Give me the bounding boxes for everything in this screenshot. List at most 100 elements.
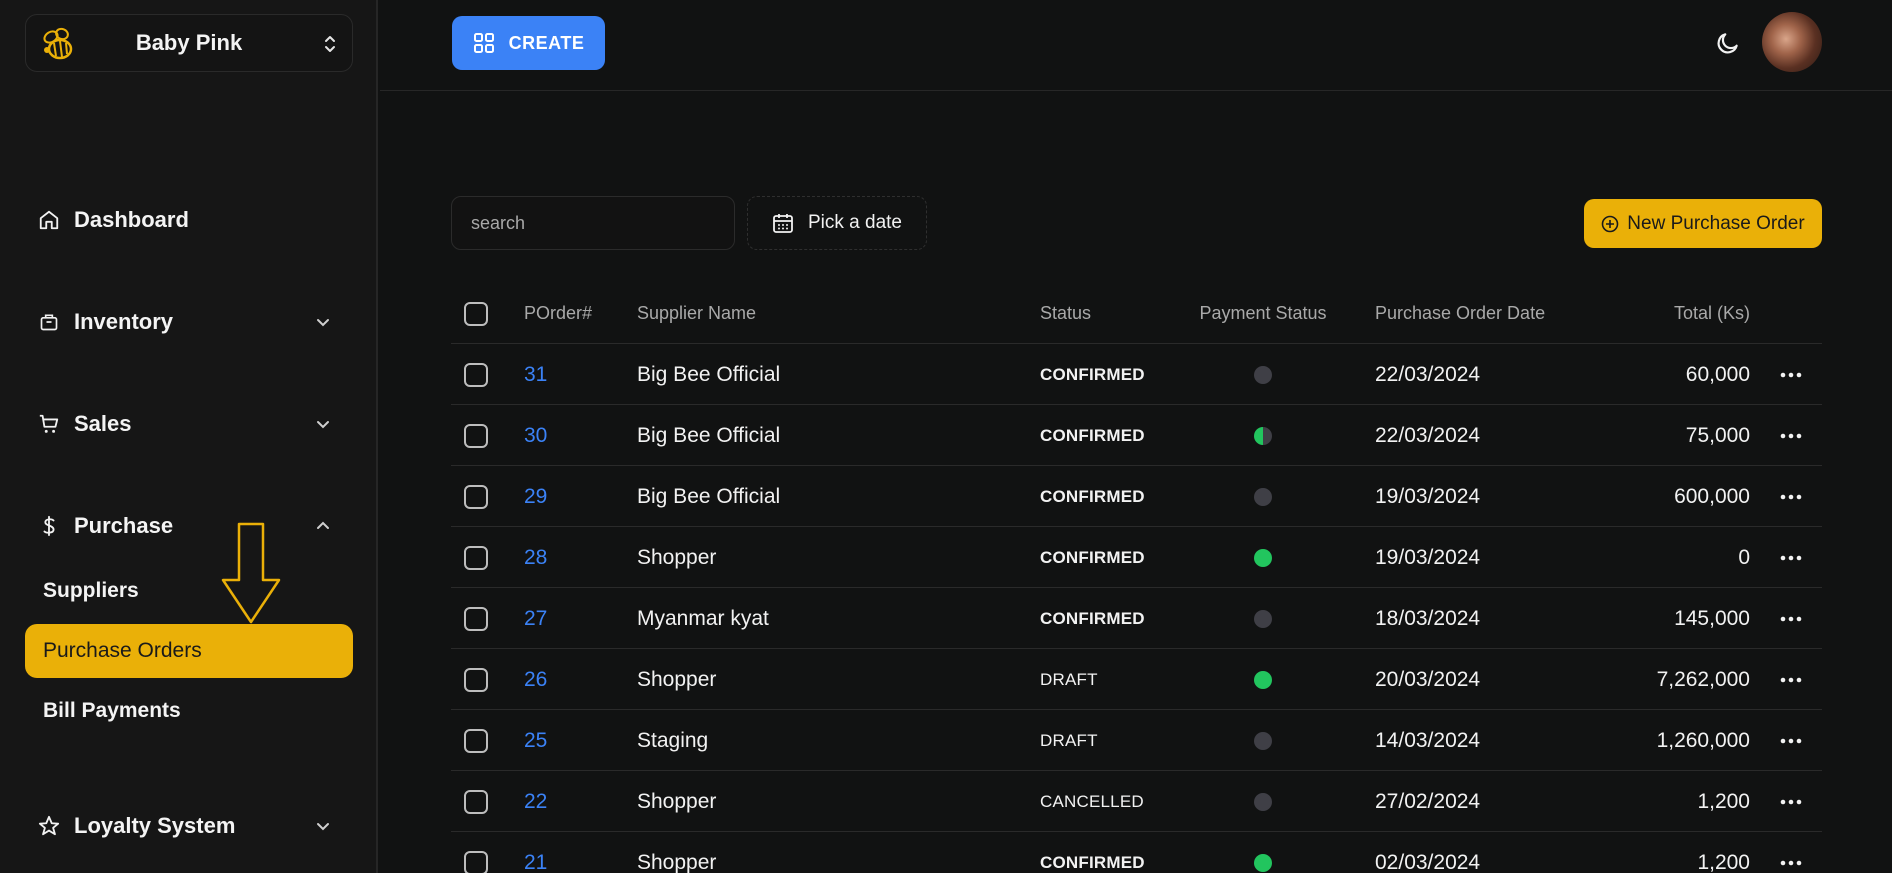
row-checkbox[interactable]: [464, 789, 488, 814]
supplier-name: Shopper: [637, 545, 717, 569]
new-purchase-order-button[interactable]: New Purchase Order: [1584, 199, 1822, 248]
status-badge: CONFIRMED: [1040, 486, 1145, 506]
row-checkbox[interactable]: [464, 362, 488, 387]
sidebar-item-dashboard[interactable]: Dashboard: [38, 200, 343, 240]
table-row[interactable]: 26 Shopper DRAFT 20/03/2024 7,262,000: [451, 649, 1822, 710]
row-select-cell: [464, 649, 488, 710]
row-select-cell: [464, 466, 488, 527]
payment-status-cell: [1188, 344, 1338, 405]
payment-status-cell: [1188, 771, 1338, 832]
row-actions-button[interactable]: [1771, 466, 1811, 527]
order-number-link[interactable]: 21: [524, 832, 547, 873]
status-badge: CONFIRMED: [1040, 608, 1145, 628]
payment-status-cell: [1188, 405, 1338, 466]
chevron-down-icon: [317, 319, 329, 327]
table-row[interactable]: 29 Big Bee Official CONFIRMED 19/03/2024 600…: [451, 466, 1822, 527]
row-checkbox[interactable]: [464, 850, 488, 873]
order-number-link[interactable]: 29: [524, 466, 547, 527]
order-number-link[interactable]: 27: [524, 588, 547, 649]
more-horizontal-icon: [1780, 494, 1802, 499]
table-row[interactable]: 22 Shopper CANCELLED 27/02/2024 1,200: [451, 771, 1822, 832]
sidebar-item-inventory[interactable]: Inventory: [38, 302, 343, 342]
table-row[interactable]: 27 Myanmar kyat CONFIRMED 18/03/2024 145,000: [451, 588, 1822, 649]
row-checkbox[interactable]: [464, 606, 488, 631]
order-number-link[interactable]: 22: [524, 771, 547, 832]
row-select-cell: [464, 771, 488, 832]
supplier-name: Big Bee Official: [637, 362, 781, 386]
row-checkbox[interactable]: [464, 484, 488, 509]
select-all-checkbox[interactable]: [464, 301, 488, 326]
column-header-number[interactable]: POrder#: [524, 283, 592, 344]
row-actions-button[interactable]: [1771, 527, 1811, 588]
payment-status-cell: [1188, 466, 1338, 527]
order-number-link[interactable]: 31: [524, 344, 547, 405]
search-input[interactable]: [451, 196, 735, 250]
column-header-total[interactable]: Total (Ks): [1611, 283, 1750, 344]
row-checkbox[interactable]: [464, 545, 488, 570]
row-actions-button[interactable]: [1771, 710, 1811, 771]
date-picker-label: Pick a date: [808, 212, 902, 233]
more-horizontal-icon: [1780, 677, 1802, 682]
row-checkbox[interactable]: [464, 423, 488, 448]
status-badge: CONFIRMED: [1040, 547, 1145, 567]
row-checkbox[interactable]: [464, 728, 488, 753]
order-total: 1,200: [1697, 850, 1750, 873]
column-header-status[interactable]: Status: [1040, 283, 1091, 344]
order-number-link[interactable]: 28: [524, 527, 547, 588]
row-actions-button[interactable]: [1771, 649, 1811, 710]
column-header-payment[interactable]: Payment Status: [1188, 283, 1338, 344]
sidebar-item-bill-payments[interactable]: Bill Payments: [25, 684, 353, 738]
row-actions-button[interactable]: [1771, 405, 1811, 466]
app-root: Baby Pink Dashboard Inventory Sales Purc…: [0, 0, 1892, 873]
table-row[interactable]: 25 Staging DRAFT 14/03/2024 1,260,000: [451, 710, 1822, 771]
row-actions-button[interactable]: [1771, 832, 1811, 873]
dollar-icon: [38, 515, 60, 537]
row-select-cell: [464, 588, 488, 649]
supplier-name: Big Bee Official: [637, 484, 781, 508]
moon-icon[interactable]: [1715, 30, 1741, 56]
order-total: 145,000: [1674, 606, 1750, 630]
row-actions-button[interactable]: [1771, 344, 1811, 405]
more-horizontal-icon: [1780, 555, 1802, 560]
sidebar-item-label: Purchase: [74, 513, 174, 538]
table-header: POrder# Supplier Name Status Payment Sta…: [451, 283, 1822, 344]
more-horizontal-icon: [1780, 616, 1802, 621]
supplier-name: Shopper: [637, 850, 717, 873]
status-badge: DRAFT: [1040, 669, 1098, 689]
column-header-supplier[interactable]: Supplier Name: [637, 283, 756, 344]
plus-circle-icon: [1601, 215, 1619, 232]
payment-status-cell: [1188, 527, 1338, 588]
sidebar-item-sales[interactable]: Sales: [38, 404, 343, 444]
row-actions-button[interactable]: [1771, 771, 1811, 832]
order-date: 18/03/2024: [1375, 606, 1481, 630]
table-row[interactable]: 21 Shopper CONFIRMED 02/03/2024 1,200: [451, 832, 1822, 873]
row-select-cell: [464, 344, 488, 405]
payment-status-dot: [1254, 548, 1272, 567]
chevron-up-icon: [317, 521, 329, 529]
payment-status-dot: [1254, 792, 1272, 811]
row-select-cell: [464, 527, 488, 588]
date-picker-button[interactable]: Pick a date: [747, 196, 927, 250]
sidebar-item-loyalty[interactable]: Loyalty System: [38, 806, 343, 846]
supplier-name: Staging: [637, 728, 709, 752]
order-number-link[interactable]: 25: [524, 710, 547, 771]
more-horizontal-icon: [1780, 372, 1802, 377]
avatar[interactable]: [1762, 12, 1822, 72]
order-number-link[interactable]: 30: [524, 405, 547, 466]
payment-status-dot: [1254, 853, 1272, 872]
row-actions-button[interactable]: [1771, 588, 1811, 649]
sidebar-item-purchase[interactable]: Purchase: [38, 506, 343, 546]
row-checkbox[interactable]: [464, 667, 488, 692]
order-number-link[interactable]: 26: [524, 649, 547, 710]
sidebar-item-label: Inventory: [74, 309, 174, 334]
table-row[interactable]: 28 Shopper CONFIRMED 19/03/2024 0: [451, 527, 1822, 588]
down-arrow-annotation-icon: [221, 522, 281, 624]
table-row[interactable]: 30 Big Bee Official CONFIRMED 22/03/2024 75,…: [451, 405, 1822, 466]
table-row[interactable]: 31 Big Bee Official CONFIRMED 22/03/2024 60,…: [451, 344, 1822, 405]
home-icon: [38, 209, 60, 231]
column-header-date[interactable]: Purchase Order Date: [1375, 283, 1545, 344]
sidebar-item-purchase-orders[interactable]: Purchase Orders: [25, 624, 353, 678]
sidebar-item-suppliers[interactable]: Suppliers: [25, 564, 353, 618]
create-button[interactable]: CREATE: [452, 16, 605, 70]
store-switcher[interactable]: Baby Pink: [25, 14, 353, 72]
